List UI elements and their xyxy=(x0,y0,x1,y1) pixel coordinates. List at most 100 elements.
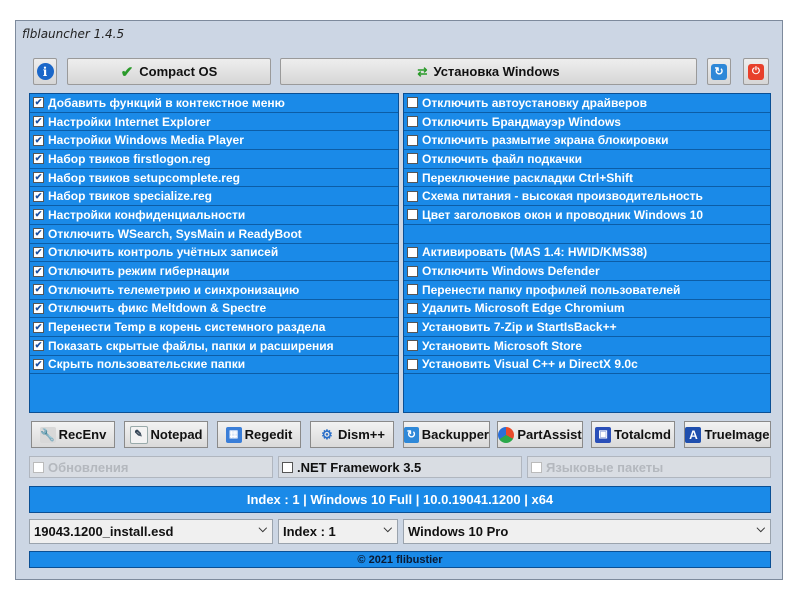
checkbox[interactable] xyxy=(407,358,418,370)
index-select-value: Index : 1 xyxy=(283,524,336,539)
checked-checkbox[interactable]: ✔ xyxy=(33,321,44,333)
checkbox[interactable] xyxy=(407,134,418,146)
right-option-row[interactable]: Переключение раскладки Ctrl+Shift xyxy=(404,169,770,188)
refresh-button[interactable]: ↻ xyxy=(707,58,731,85)
left-option-row[interactable]: ✔ Перенести Temp в корень системного разд… xyxy=(30,318,398,337)
option-label: Отключить автоустановку драйверов xyxy=(422,95,647,110)
checkbox[interactable] xyxy=(407,284,418,296)
right-option-row[interactable]: Цвет заголовков окон и проводник Windows… xyxy=(404,206,770,225)
refresh-icon: ↻ xyxy=(711,63,727,80)
left-option-row[interactable]: ✔ Скрыть пользовательские папки xyxy=(30,356,398,375)
langpacks-checkbox xyxy=(531,461,542,473)
checked-checkbox[interactable]: ✔ xyxy=(33,302,44,314)
power-button[interactable]: ⏻ xyxy=(743,58,769,85)
dism-label: Dism++ xyxy=(338,427,385,442)
index-select[interactable]: Index : 1 ⌵ xyxy=(278,519,398,544)
left-option-row[interactable]: ✔ Показать скрытые файлы, папки и расшире… xyxy=(30,337,398,356)
left-option-row[interactable]: ✔ Набор твиков firstlogon.reg xyxy=(30,150,398,169)
netfx-option[interactable]: .NET Framework 3.5 xyxy=(278,456,522,478)
option-label: Настройки Internet Explorer xyxy=(48,114,211,129)
netfx-label: .NET Framework 3.5 xyxy=(297,459,422,475)
image-select[interactable]: 19043.1200_install.esd ⌵ xyxy=(29,519,273,544)
checked-checkbox[interactable]: ✔ xyxy=(33,116,44,128)
updates-option: Обновления xyxy=(29,456,273,478)
left-option-row[interactable]: ✔ Настройки Windows Media Player xyxy=(30,131,398,151)
checkbox[interactable] xyxy=(407,340,418,352)
right-option-row[interactable]: Перенести папку профилей пользователей xyxy=(404,281,770,300)
left-option-row[interactable]: ✔ Набор твиков specialize.reg xyxy=(30,187,398,207)
left-option-row[interactable]: ✔ Отключить контроль учётных записей xyxy=(30,244,398,263)
option-label: Набор твиков setupcomplete.reg xyxy=(48,170,240,185)
checked-checkbox[interactable]: ✔ xyxy=(33,153,44,165)
image-info-text: Index : 1 | Windows 10 Full | 10.0.19041… xyxy=(246,492,554,507)
option-label: Отключить фикс Meltdown & Spectre xyxy=(48,301,267,316)
trueimage-button[interactable]: A TrueImage xyxy=(684,421,771,448)
right-option-row[interactable]: Отключить Брандмауэр Windows xyxy=(404,113,770,132)
checkbox[interactable] xyxy=(407,302,418,314)
info-button[interactable]: i xyxy=(33,58,57,85)
notepad-button[interactable]: ✎ Notepad xyxy=(124,421,208,448)
right-option-row[interactable]: Установить Microsoft Store xyxy=(404,337,770,356)
option-label: Схема питания - высокая производительнос… xyxy=(422,189,703,204)
right-option-row[interactable]: Отключить файл подкачки xyxy=(404,150,770,169)
right-option-row[interactable]: Активировать (MAS 1.4: HWID/KMS38) xyxy=(404,244,770,263)
right-option-row[interactable]: Отключить Windows Defender xyxy=(404,262,770,281)
backupper-button[interactable]: ↻ Backupper xyxy=(403,421,490,448)
regedit-button[interactable]: ▦ Regedit xyxy=(217,421,301,448)
left-option-row[interactable]: ✔ Отключить фикс Meltdown & Spectre xyxy=(30,300,398,319)
checked-checkbox[interactable]: ✔ xyxy=(33,172,44,184)
checked-checkbox[interactable]: ✔ xyxy=(33,97,44,109)
checkbox[interactable] xyxy=(407,190,418,202)
edition-select[interactable]: Windows 10 Pro ⌵ xyxy=(403,519,771,544)
right-option-row[interactable]: Удалить Microsoft Edge Chromium xyxy=(404,300,770,319)
checked-checkbox[interactable]: ✔ xyxy=(33,265,44,277)
netfx-checkbox[interactable] xyxy=(282,461,293,473)
right-options-panel: Отключить автоустановку драйверов Отключи… xyxy=(403,93,771,413)
left-option-row[interactable]: ✔ Отключить режим гибернации xyxy=(30,262,398,281)
right-option-row[interactable]: Схема питания - высокая производительнос… xyxy=(404,187,770,207)
dism-button[interactable]: ⚙ Dism++ xyxy=(310,421,394,448)
checked-checkbox[interactable]: ✔ xyxy=(33,358,44,370)
install-windows-button[interactable]: ⇄ Установка Windows xyxy=(280,58,697,85)
checkbox[interactable] xyxy=(407,172,418,184)
left-options-panel: ✔ Добавить функций в контекстное меню ✔ Нас… xyxy=(29,93,399,413)
compact-os-button[interactable]: ✔ Compact OS xyxy=(67,58,271,85)
updates-label: Обновления xyxy=(48,459,129,475)
checkbox[interactable] xyxy=(407,153,418,165)
left-option-row[interactable]: ✔ Набор твиков setupcomplete.reg xyxy=(30,169,398,188)
chevron-down-icon: ⌵ xyxy=(258,523,267,535)
option-label: Отключить WSearch, SysMain и ReadyBoot xyxy=(48,226,302,241)
recenv-icon: 🔧 xyxy=(39,426,56,443)
partassist-button[interactable]: PartAssist xyxy=(497,421,583,448)
left-option-row[interactable]: ✔ Настройки Internet Explorer xyxy=(30,113,398,132)
right-option-row[interactable]: Отключить автоустановку драйверов xyxy=(404,94,770,113)
right-option-row[interactable]: Установить Visual C++ и DirectX 9.0c xyxy=(404,356,770,375)
right-option-row[interactable]: Отключить размытие экрана блокировки xyxy=(404,131,770,151)
checkbox[interactable] xyxy=(407,116,418,128)
checkbox[interactable] xyxy=(407,265,418,277)
checked-checkbox[interactable]: ✔ xyxy=(33,340,44,352)
option-label: Отключить размытие экрана блокировки xyxy=(422,133,669,148)
option-label: Переключение раскладки Ctrl+Shift xyxy=(422,170,633,185)
checkbox[interactable] xyxy=(407,97,418,109)
checkbox[interactable] xyxy=(407,246,418,258)
option-label: Показать скрытые файлы, папки и расширен… xyxy=(48,338,334,353)
trueimage-icon: A xyxy=(685,426,702,443)
totalcmd-button[interactable]: ▣ Totalcmd xyxy=(591,421,675,448)
checked-checkbox[interactable]: ✔ xyxy=(33,246,44,258)
left-option-row[interactable]: ✔ Добавить функций в контекстное меню xyxy=(30,94,398,113)
checked-checkbox[interactable]: ✔ xyxy=(33,209,44,221)
checked-checkbox[interactable]: ✔ xyxy=(33,228,44,240)
left-option-row[interactable]: ✔ Отключить телеметрию и синхронизацию xyxy=(30,281,398,300)
right-option-row[interactable]: Установить 7-Zip и StartIsBack++ xyxy=(404,318,770,337)
checkbox[interactable] xyxy=(407,321,418,333)
checked-checkbox[interactable]: ✔ xyxy=(33,190,44,202)
left-option-row[interactable]: ✔ Отключить WSearch, SysMain и ReadyBoot xyxy=(30,225,398,244)
checked-checkbox[interactable]: ✔ xyxy=(33,134,44,146)
totalcmd-icon: ▣ xyxy=(595,426,612,443)
checked-checkbox[interactable]: ✔ xyxy=(33,284,44,296)
left-option-row[interactable]: ✔ Настройки конфиденциальности xyxy=(30,206,398,225)
option-label: Отключить режим гибернации xyxy=(48,264,230,279)
checkbox[interactable] xyxy=(407,209,418,221)
recenv-button[interactable]: 🔧 RecEnv xyxy=(31,421,115,448)
